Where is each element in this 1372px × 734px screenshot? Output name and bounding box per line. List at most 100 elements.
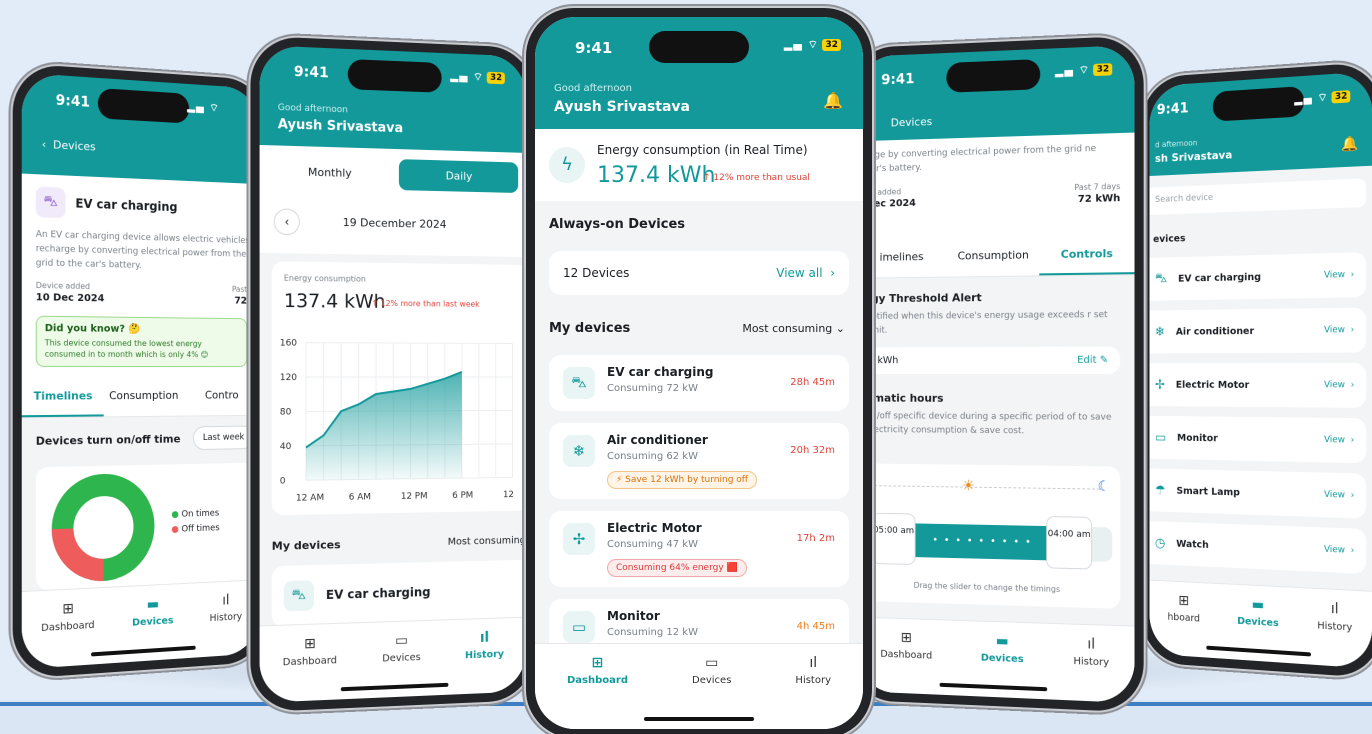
past-label: Past bbox=[232, 285, 247, 294]
device-list: ⛍ EV car charging View › ❄ Air conditioner Vi… bbox=[1150, 252, 1367, 584]
device-name: Monitor bbox=[1177, 432, 1218, 443]
energy-value: 137.4 kWh bbox=[284, 290, 386, 313]
nav-history[interactable]: ıl History bbox=[465, 630, 504, 694]
added-label: Device added bbox=[36, 281, 90, 291]
nav-label: History bbox=[795, 675, 831, 686]
sort-select[interactable]: Most consuming bbox=[448, 535, 526, 548]
status-time: 9:41 bbox=[1157, 100, 1189, 118]
device-list-item[interactable]: ▭ Monitor View › bbox=[1150, 416, 1367, 464]
always-on-count: 12 Devices bbox=[563, 266, 629, 280]
device-list-item[interactable]: ⛍ EV car charging View › bbox=[1150, 252, 1367, 301]
section-header: Devices turn on/off time Last week bbox=[36, 426, 254, 453]
nav-label: Devices bbox=[382, 652, 420, 664]
past-label: Past 7 days bbox=[1074, 182, 1120, 192]
legend-off: Off times bbox=[181, 523, 219, 534]
view-button[interactable]: View › bbox=[1324, 270, 1354, 281]
alert-title: rgy Threshold Alert bbox=[866, 290, 1120, 306]
sort-select[interactable]: Most consuming ⌄ bbox=[742, 322, 845, 335]
nav-dashboard[interactable]: ⊞ hboard bbox=[1168, 593, 1200, 657]
nav-label: History bbox=[1317, 620, 1352, 633]
nav-dashboard[interactable]: ⊞ Dashboard bbox=[283, 636, 337, 702]
status-bar: 9:41 32 ▂▄ ⌔ bbox=[1150, 71, 1372, 129]
x-tick-label: 6 AM bbox=[349, 492, 371, 502]
header: 9:41 32 ▂▄ ⌔ d afternoon sh Srivastava 🔔 bbox=[1150, 71, 1372, 176]
view-label: View bbox=[1324, 435, 1345, 446]
status-bar: 9:41 32 ▂▄ ⌔ bbox=[535, 17, 863, 61]
nav-dashboard[interactable]: ⊞ Dashboard bbox=[567, 656, 628, 729]
tab-controls[interactable]: Controls bbox=[1040, 234, 1135, 275]
device-list: ⛍ EV car charging Consuming 72 kW 28h 45m ❄ A… bbox=[549, 355, 849, 667]
header: 9:41 ▂▄ ⌔ ‹ Devices bbox=[22, 73, 260, 184]
screen: 9:41 32 ▂▄ ⌔ Good afternoon Ayush Srivas… bbox=[260, 45, 526, 703]
battery-indicator: 32 bbox=[822, 39, 841, 51]
search-input[interactable]: Search device bbox=[1150, 178, 1367, 215]
grid-icon: ⊞ bbox=[901, 631, 912, 645]
added-value: 10 Dec 2024 bbox=[36, 292, 105, 304]
toggle-monthly[interactable]: Monthly bbox=[268, 155, 391, 190]
energy-label: Energy consumption bbox=[284, 274, 366, 284]
view-button[interactable]: View › bbox=[1324, 380, 1354, 390]
edit-button[interactable]: Edit ✎ bbox=[1077, 355, 1108, 366]
devices-header: My devices Most consuming ⌄ bbox=[549, 321, 845, 336]
tip-card: Did you know? 🤔 This device consumed the… bbox=[36, 316, 247, 367]
signal-icon: ▂▄ ⌔ bbox=[187, 100, 219, 116]
y-tick-label: 0 bbox=[280, 476, 286, 486]
device-list-item[interactable]: ❄ Air conditioner View › bbox=[1150, 307, 1367, 353]
device-list-item[interactable]: ◷ Watch View › bbox=[1150, 521, 1367, 574]
bell-icon[interactable]: 🔔 bbox=[1341, 136, 1358, 153]
always-on-title: Always-on Devices bbox=[549, 217, 685, 232]
view-all-link[interactable]: View all › bbox=[776, 266, 835, 280]
device-card[interactable]: ✢ Electric Motor Consuming 47 kW 17h 2m Cons… bbox=[549, 511, 849, 587]
start-time-handle[interactable]: 05:00 am bbox=[872, 513, 916, 565]
nav-dashboard[interactable]: ⊞ Dashboard bbox=[41, 601, 94, 668]
header: 9:41 32 ▂▄ ⌔ Devices bbox=[857, 45, 1135, 141]
device-card[interactable]: ⛍ EV car charging Consuming 72 kW 28h 45m bbox=[549, 355, 849, 411]
end-time-handle[interactable]: 04:00 am bbox=[1046, 516, 1092, 570]
tab-consumption[interactable]: Consumption bbox=[104, 377, 183, 416]
section-title: Devices turn on/off time bbox=[36, 432, 181, 447]
header: 9:41 32 ▂▄ ⌔ Good afternoon Ayush Srivas… bbox=[260, 45, 526, 153]
view-button[interactable]: View › bbox=[1324, 490, 1354, 501]
nav-history[interactable]: ıl History bbox=[210, 593, 243, 657]
view-all-label: View all bbox=[776, 266, 822, 280]
user-name: Ayush Srivastava bbox=[554, 99, 690, 115]
consumption-badge: Consuming 64% energy 🟥 bbox=[607, 559, 747, 577]
device-name: Electric Motor bbox=[607, 521, 702, 535]
grid-line bbox=[306, 343, 513, 344]
nav-dashboard[interactable]: ⊞ Dashboard bbox=[880, 630, 932, 694]
x-tick-label: 12 AM bbox=[296, 493, 324, 504]
bottom-nav: ⊞ hboard ▬ Devices ıl History bbox=[1150, 580, 1372, 669]
back-button[interactable]: ‹ Devices bbox=[42, 138, 96, 154]
legend-on: On times bbox=[181, 509, 219, 520]
slider-range[interactable]: ••••••••• bbox=[910, 523, 1060, 560]
nav-label: Dashboard bbox=[880, 649, 932, 662]
nav-history[interactable]: ıl History bbox=[1317, 601, 1352, 667]
monitor-icon: ▬ bbox=[1252, 598, 1265, 613]
nav-history[interactable]: ıl History bbox=[1073, 637, 1109, 702]
device-list-item[interactable]: ✢ Electric Motor View › bbox=[1150, 363, 1367, 408]
limit-field: kWh Edit ✎ bbox=[866, 347, 1120, 374]
toggle-daily[interactable]: Daily bbox=[399, 159, 518, 193]
device-list-item[interactable]: ☂ Smart Lamp View › bbox=[1150, 468, 1367, 518]
always-on-card[interactable]: 12 Devices View all › bbox=[549, 251, 849, 295]
nav-history[interactable]: ıl History bbox=[795, 656, 831, 729]
grid-icon: ⊞ bbox=[592, 656, 604, 670]
bottom-nav: ⊞ Dashboard ▬ Devices ıl History bbox=[22, 579, 260, 669]
phone-controls: 9:41 32 ▂▄ ⌔ Devices arge by converting … bbox=[848, 35, 1144, 712]
bell-icon[interactable]: 🔔 bbox=[823, 91, 843, 110]
device-card[interactable]: ❄ Air conditioner Consuming 62 kW 20h 32m ⚡ … bbox=[549, 423, 849, 499]
device-name: Electric Motor bbox=[1176, 379, 1249, 390]
y-tick-label: 160 bbox=[280, 338, 298, 348]
period-select[interactable]: Last week bbox=[193, 426, 255, 451]
view-button[interactable]: View › bbox=[1324, 435, 1354, 446]
slider-hint: Drag the slider to change the timings bbox=[857, 579, 1121, 595]
grid-icon: ⊞ bbox=[304, 637, 316, 652]
device-consumption: Consuming 62 kW bbox=[607, 451, 698, 462]
monitor-icon: ▭ bbox=[705, 656, 718, 670]
tab-timelines[interactable]: Timelines bbox=[22, 377, 104, 417]
view-button[interactable]: View › bbox=[1324, 325, 1354, 335]
tab-controls[interactable]: Contro bbox=[183, 377, 259, 416]
status-bar: 9:41 32 ▂▄ ⌔ bbox=[857, 45, 1135, 100]
view-button[interactable]: View › bbox=[1324, 545, 1354, 556]
tab-consumption[interactable]: Consumption bbox=[947, 236, 1040, 276]
